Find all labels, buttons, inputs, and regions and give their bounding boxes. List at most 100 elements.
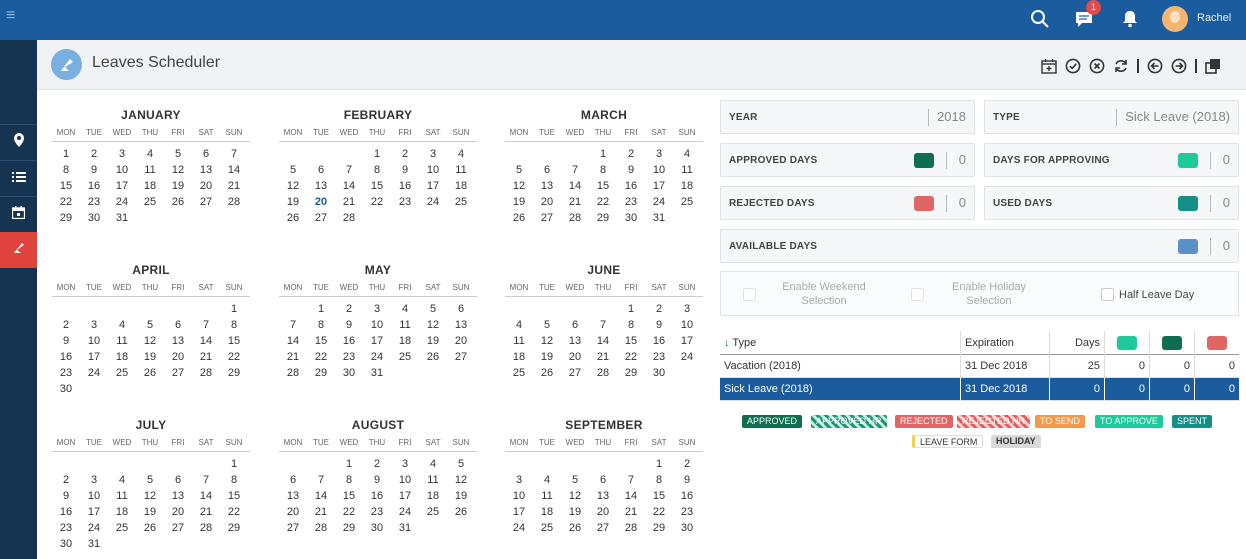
day-cell[interactable]: 13 [192, 162, 220, 178]
day-cell[interactable]: 13 [164, 333, 192, 349]
day-cell[interactable]: 17 [80, 349, 108, 365]
day-cell[interactable]: 17 [108, 178, 136, 194]
day-cell[interactable]: 22 [645, 504, 673, 520]
day-cell[interactable]: 9 [80, 162, 108, 178]
day-cell[interactable]: 28 [192, 520, 220, 536]
day-cell[interactable]: 18 [108, 504, 136, 520]
day-cell[interactable]: 9 [52, 488, 80, 504]
half-leave-checkbox[interactable] [1101, 288, 1114, 301]
day-cell[interactable]: 27 [561, 365, 589, 381]
approve-icon[interactable] [1061, 57, 1085, 75]
day-cell[interactable]: 19 [279, 194, 307, 210]
column-type-header[interactable]: ↓ Type [720, 331, 961, 355]
day-cell[interactable]: 6 [279, 472, 307, 488]
day-cell[interactable]: 27 [447, 349, 475, 365]
day-cell[interactable]: 6 [589, 472, 617, 488]
column-approved-header[interactable] [1105, 331, 1150, 355]
day-cell[interactable]: 30 [335, 365, 363, 381]
day-cell[interactable]: 2 [52, 472, 80, 488]
day-cell[interactable]: 12 [561, 488, 589, 504]
day-cell[interactable]: 24 [108, 194, 136, 210]
day-cell[interactable]: 1 [589, 146, 617, 162]
day-cell[interactable]: 15 [220, 488, 248, 504]
day-cell[interactable]: 29 [307, 365, 335, 381]
day-cell[interactable]: 6 [164, 472, 192, 488]
day-cell[interactable]: 23 [363, 504, 391, 520]
day-cell[interactable]: 8 [589, 162, 617, 178]
day-cell[interactable]: 30 [52, 536, 80, 552]
sidebar-item-leaves[interactable] [0, 232, 37, 268]
day-cell[interactable]: 3 [505, 472, 533, 488]
new-window-icon[interactable] [1201, 57, 1225, 75]
day-cell[interactable]: 15 [589, 178, 617, 194]
column-days-header[interactable]: Days [1050, 331, 1105, 355]
day-cell[interactable]: 28 [192, 365, 220, 381]
username[interactable]: Rachel [1197, 12, 1231, 24]
year-value[interactable]: 2018 [937, 109, 966, 124]
day-cell[interactable]: 28 [335, 210, 363, 226]
day-cell[interactable]: 3 [673, 301, 701, 317]
day-cell[interactable]: 8 [220, 472, 248, 488]
day-cell[interactable]: 15 [52, 178, 80, 194]
day-cell[interactable]: 17 [673, 333, 701, 349]
day-cell[interactable]: 2 [335, 301, 363, 317]
day-cell[interactable]: 24 [391, 504, 419, 520]
day-cell[interactable]: 22 [335, 504, 363, 520]
day-cell[interactable]: 20 [447, 333, 475, 349]
day-cell[interactable]: 19 [561, 504, 589, 520]
day-cell[interactable]: 16 [645, 333, 673, 349]
day-cell[interactable]: 13 [279, 488, 307, 504]
day-cell[interactable]: 23 [335, 349, 363, 365]
type-field[interactable]: TYPE Sick Leave (2018) [984, 100, 1239, 134]
day-cell[interactable]: 14 [192, 488, 220, 504]
day-cell[interactable]: 12 [136, 488, 164, 504]
day-cell[interactable]: 22 [307, 349, 335, 365]
sidebar-item-list[interactable] [0, 160, 37, 196]
day-cell[interactable]: 6 [307, 162, 335, 178]
day-cell[interactable]: 3 [391, 456, 419, 472]
reject-icon[interactable] [1085, 57, 1109, 75]
day-cell[interactable]: 22 [589, 194, 617, 210]
day-cell[interactable]: 5 [136, 472, 164, 488]
day-cell[interactable]: 17 [505, 504, 533, 520]
day-cell[interactable]: 31 [80, 536, 108, 552]
day-cell[interactable]: 21 [589, 349, 617, 365]
day-cell[interactable]: 5 [164, 146, 192, 162]
day-cell[interactable]: 18 [419, 488, 447, 504]
day-cell[interactable]: 4 [505, 317, 533, 333]
day-cell-today[interactable]: 20 [307, 194, 335, 210]
day-cell[interactable]: 28 [617, 520, 645, 536]
table-row[interactable]: Vacation (2018) 31 Dec 2018 25 0 0 0 [720, 355, 1239, 378]
day-cell[interactable]: 9 [52, 333, 80, 349]
day-cell[interactable]: 17 [363, 333, 391, 349]
day-cell[interactable]: 19 [505, 194, 533, 210]
day-cell[interactable]: 13 [447, 317, 475, 333]
day-cell[interactable]: 10 [645, 162, 673, 178]
enable-weekend-checkbox[interactable] [743, 288, 756, 301]
day-cell[interactable]: 24 [645, 194, 673, 210]
day-cell[interactable]: 23 [80, 194, 108, 210]
day-cell[interactable]: 15 [645, 488, 673, 504]
day-cell[interactable]: 18 [391, 333, 419, 349]
day-cell[interactable]: 15 [335, 488, 363, 504]
day-cell[interactable]: 21 [617, 504, 645, 520]
day-cell[interactable]: 12 [419, 317, 447, 333]
day-cell[interactable]: 1 [363, 146, 391, 162]
day-cell[interactable]: 19 [164, 178, 192, 194]
day-cell[interactable]: 27 [589, 520, 617, 536]
day-cell[interactable]: 11 [108, 333, 136, 349]
day-cell[interactable]: 19 [533, 349, 561, 365]
day-cell[interactable]: 12 [505, 178, 533, 194]
day-cell[interactable]: 14 [561, 178, 589, 194]
refresh-icon[interactable] [1109, 57, 1133, 75]
day-cell[interactable]: 13 [307, 178, 335, 194]
day-cell[interactable]: 4 [673, 146, 701, 162]
day-cell[interactable]: 22 [363, 194, 391, 210]
day-cell[interactable]: 26 [419, 349, 447, 365]
day-cell[interactable]: 2 [645, 301, 673, 317]
day-cell[interactable]: 25 [419, 504, 447, 520]
day-cell[interactable]: 30 [673, 520, 701, 536]
day-cell[interactable]: 31 [108, 210, 136, 226]
day-cell[interactable]: 17 [645, 178, 673, 194]
day-cell[interactable]: 30 [645, 365, 673, 381]
